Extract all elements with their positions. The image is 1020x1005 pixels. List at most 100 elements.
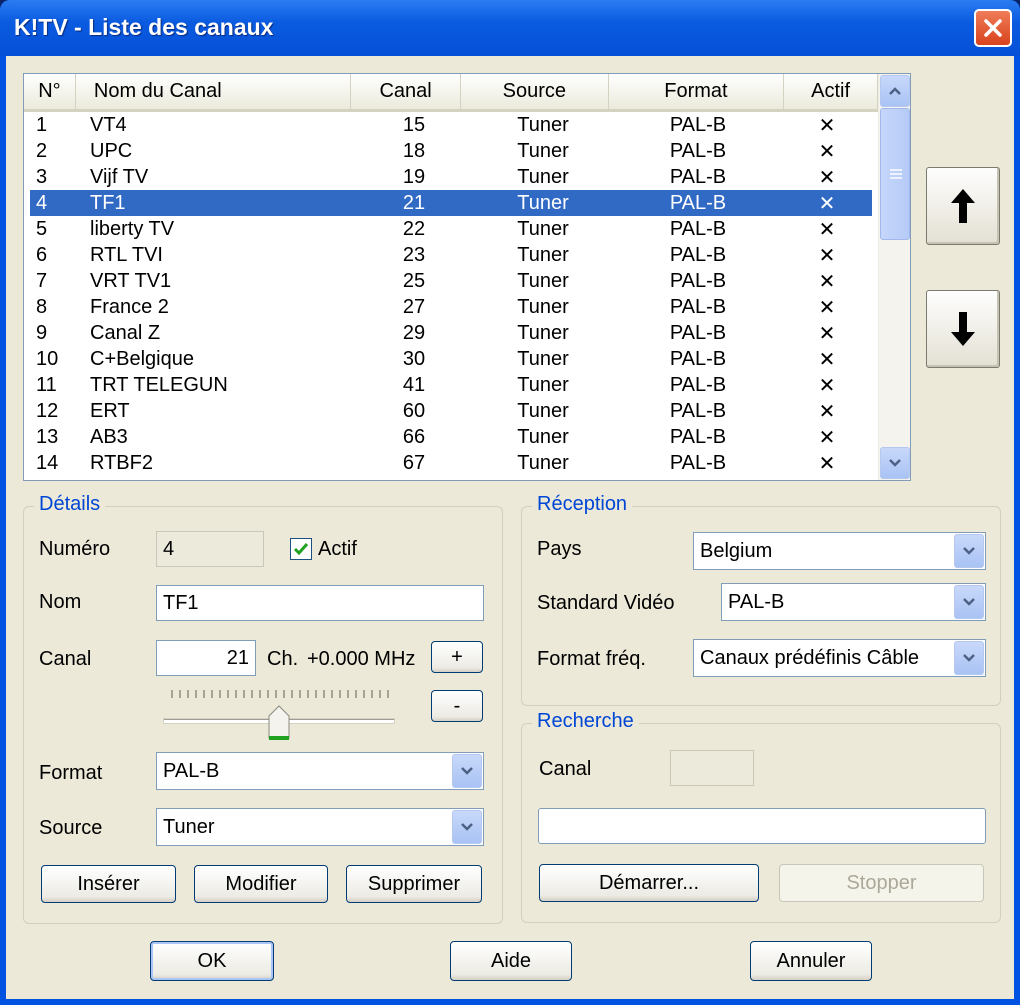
channel-actif-cell: ✕ xyxy=(818,114,836,137)
frequency-minus-button[interactable]: - xyxy=(431,690,483,722)
frequency-plus-button[interactable]: + xyxy=(431,641,483,673)
channel-name-cell: Vijf TV xyxy=(90,165,149,188)
slider-ticks xyxy=(171,690,391,698)
help-button[interactable]: Aide xyxy=(450,941,572,981)
column-header-source[interactable]: Source xyxy=(461,74,609,109)
column-header-actif[interactable]: Actif xyxy=(784,74,878,109)
channel-canal-cell: 30 xyxy=(402,347,426,370)
channel-row[interactable]: 1 VT4 15 Tuner PAL-B ✕ xyxy=(30,112,872,138)
format-label: Format xyxy=(39,762,103,784)
scroll-down-button[interactable] xyxy=(880,447,910,479)
channel-actif-cell: ✕ xyxy=(818,270,836,293)
channel-row[interactable]: 10 C+Belgique 30 Tuner PAL-B ✕ xyxy=(30,346,872,372)
channel-name-cell: Canal Z xyxy=(90,321,161,344)
channel-format-cell: PAL-B xyxy=(669,139,727,162)
channel-number-cell: 10 xyxy=(36,347,59,370)
close-button[interactable] xyxy=(974,9,1012,47)
scroll-grip-icon xyxy=(890,169,902,179)
channel-row[interactable]: 6 RTL TVI 23 Tuner PAL-B ✕ xyxy=(30,242,872,268)
scroll-up-button[interactable] xyxy=(880,75,910,107)
channel-name-cell: liberty TV xyxy=(90,217,175,240)
channel-list[interactable]: N° Nom du Canal Canal Source Format Acti… xyxy=(23,73,911,481)
channel-number-cell: 9 xyxy=(36,321,48,344)
channel-list-scrollbar[interactable] xyxy=(878,74,910,480)
channel-row[interactable]: 12 ERT 60 Tuner PAL-B ✕ xyxy=(30,398,872,424)
channel-row[interactable]: 3 Vijf TV 19 Tuner PAL-B ✕ xyxy=(30,164,872,190)
move-up-button[interactable] xyxy=(926,167,1000,245)
search-progress-bar xyxy=(538,808,986,844)
channel-canal-cell: 60 xyxy=(402,399,426,422)
channel-actif-cell: ✕ xyxy=(818,296,836,319)
source-dropdown-button[interactable] xyxy=(452,810,482,844)
channel-canal-cell: 41 xyxy=(402,373,426,396)
standard-video-dropdown-button[interactable] xyxy=(954,585,984,619)
source-select[interactable]: Tuner xyxy=(156,808,484,846)
channel-row[interactable]: 2 UPC 18 Tuner PAL-B ✕ xyxy=(30,138,872,164)
channel-number-cell: 14 xyxy=(36,451,59,474)
format-freq-select[interactable]: Canaux prédéfinis Câble xyxy=(693,639,986,677)
chevron-down-icon xyxy=(889,459,901,467)
channel-row[interactable]: 7 VRT TV1 25 Tuner PAL-B ✕ xyxy=(30,268,872,294)
pays-select[interactable]: Belgium xyxy=(693,532,986,570)
move-down-button[interactable] xyxy=(926,290,1000,368)
channel-format-cell: PAL-B xyxy=(669,373,727,396)
chevron-down-icon xyxy=(963,598,975,606)
actif-checkbox[interactable] xyxy=(290,538,312,560)
channel-canal-cell: 25 xyxy=(402,269,426,292)
channel-canal-cell: 22 xyxy=(402,217,426,240)
recherche-group-title: Recherche xyxy=(532,710,639,733)
chevron-down-icon xyxy=(461,767,473,775)
ok-button[interactable]: OK xyxy=(150,941,274,981)
insert-button[interactable]: Insérer xyxy=(41,865,176,903)
channel-source-cell: Tuner xyxy=(517,373,569,396)
numero-label: Numéro xyxy=(39,538,111,560)
channel-canal-cell: 18 xyxy=(402,139,426,162)
recherche-canal-label: Canal xyxy=(539,758,592,780)
channel-canal-cell: 23 xyxy=(402,243,426,266)
channel-row[interactable]: 9 Canal Z 29 Tuner PAL-B ✕ xyxy=(30,320,872,346)
canal-field[interactable]: 21 xyxy=(156,640,256,676)
format-select[interactable]: PAL-B xyxy=(156,752,484,790)
column-header-name[interactable]: Nom du Canal xyxy=(76,74,352,109)
channel-row[interactable]: 8 France 2 27 Tuner PAL-B ✕ xyxy=(30,294,872,320)
format-select-value: PAL-B xyxy=(163,759,220,782)
pays-dropdown-button[interactable] xyxy=(954,534,984,568)
standard-video-select[interactable]: PAL-B xyxy=(721,583,986,621)
channel-canal-cell: 21 xyxy=(402,191,426,214)
reception-group: Réception Pays Belgium Standard Vidéo PA… xyxy=(521,493,1001,706)
title-bar[interactable]: K!TV - Liste des canaux xyxy=(0,0,1020,56)
scroll-thumb[interactable] xyxy=(880,108,910,240)
nom-field[interactable]: TF1 xyxy=(156,585,484,621)
channel-number-cell: 2 xyxy=(36,139,48,162)
channel-format-cell: PAL-B xyxy=(669,243,727,266)
channel-source-cell: Tuner xyxy=(517,165,569,188)
channel-row[interactable]: 13 AB3 66 Tuner PAL-B ✕ xyxy=(30,424,872,450)
channel-source-cell: Tuner xyxy=(517,321,569,344)
channel-row[interactable]: 11 TRT TELEGUN 41 Tuner PAL-B ✕ xyxy=(30,372,872,398)
column-header-canal[interactable]: Canal xyxy=(351,74,461,109)
channel-actif-cell: ✕ xyxy=(818,452,836,475)
channel-actif-cell: ✕ xyxy=(818,218,836,241)
channel-name-cell: ERT xyxy=(90,399,130,422)
format-dropdown-button[interactable] xyxy=(452,754,482,788)
channel-source-cell: Tuner xyxy=(517,269,569,292)
standard-video-label: Standard Vidéo xyxy=(537,592,675,614)
modify-button[interactable]: Modifier xyxy=(194,865,328,903)
cancel-button[interactable]: Annuler xyxy=(750,941,872,981)
details-group: Détails Numéro 4 Actif Nom TF1 Canal 21 … xyxy=(23,493,503,924)
reception-group-title: Réception xyxy=(532,493,633,516)
channel-row[interactable]: 5 liberty TV 22 Tuner PAL-B ✕ xyxy=(30,216,872,242)
start-search-button[interactable]: Démarrer... xyxy=(539,864,759,902)
column-header-format[interactable]: Format xyxy=(609,74,785,109)
channel-row[interactable]: 4 TF1 21 Tuner PAL-B ✕ xyxy=(30,190,872,216)
channel-source-cell: Tuner xyxy=(517,295,569,318)
format-freq-dropdown-button[interactable] xyxy=(954,641,984,675)
channel-row[interactable]: 14 RTBF2 67 Tuner PAL-B ✕ xyxy=(30,450,872,476)
window-title: K!TV - Liste des canaux xyxy=(14,14,274,40)
channel-source-cell: Tuner xyxy=(517,243,569,266)
column-header-number[interactable]: N° xyxy=(24,74,76,109)
fine-tune-slider-thumb[interactable] xyxy=(268,705,290,747)
actif-label[interactable]: Actif xyxy=(318,538,357,561)
delete-button[interactable]: Supprimer xyxy=(346,865,482,903)
channel-name-cell: VT4 xyxy=(90,113,127,136)
